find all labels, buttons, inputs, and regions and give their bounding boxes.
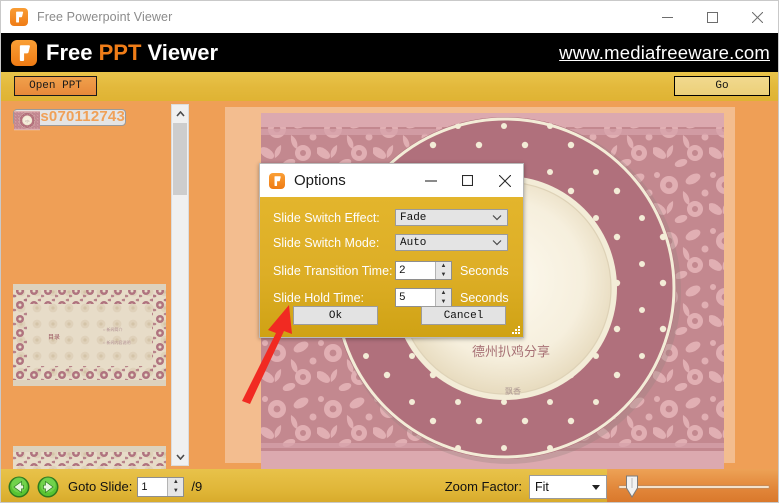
brand-title: Free PPT Viewer (46, 42, 218, 64)
zoom-factor-select[interactable]: Fit (529, 475, 607, 499)
field-slide-transition-time: Slide Transition Time: 2 ▲ ▼ Seconds (273, 261, 509, 280)
svg-text:德州扒鸡分享: 德州扒鸡分享 (472, 344, 550, 359)
application-window: Free Powerpoint Viewer Free PPT Viewer w… (0, 0, 779, 503)
slide-thumbnail-pane[interactable]: 2010年1月 德州扒鸡分享 飘香 s070112743 (1, 101, 196, 469)
unit-label: Seconds (460, 264, 509, 278)
ok-button[interactable]: Ok (293, 306, 378, 325)
field-label: Slide Transition Time: (273, 264, 395, 278)
thumbnail-preview: 2010年1月 德州扒鸡分享 飘香 (14, 101, 40, 173)
ppt-app-icon (10, 8, 28, 26)
dialog-body: Slide Switch Effect: Fade Slide Switch M… (260, 197, 523, 337)
stepper-down-icon[interactable]: ▼ (168, 487, 183, 496)
resize-grip-icon[interactable] (511, 325, 521, 335)
stepper-down-icon[interactable]: ▼ (436, 298, 451, 307)
list-item[interactable] (13, 446, 166, 469)
stepper-arrows[interactable]: ▲ ▼ (435, 289, 451, 306)
brand-text-ppt: PPT (99, 40, 142, 65)
thumbnail-preview (13, 446, 166, 469)
list-item[interactable]: 目录 ○ 新闻简介 ○ 新闻内容说明 (13, 284, 166, 391)
stepper-arrows[interactable]: ▲ ▼ (167, 478, 183, 496)
cancel-button[interactable]: Cancel (421, 306, 506, 325)
dialog-title: Options (294, 172, 346, 189)
dialog-window-controls (412, 164, 523, 197)
list-item[interactable]: 2010年1月 德州扒鸡分享 飘香 s070112743 (13, 109, 126, 126)
svg-text:○ 新闻内容说明: ○ 新闻内容说明 (103, 339, 131, 345)
open-ppt-button[interactable]: Open PPT (14, 76, 97, 96)
field-label: Slide Switch Effect: (273, 211, 395, 225)
website-link[interactable]: www.mediafreeware.com (559, 42, 770, 64)
brand-text-free: Free (46, 40, 99, 65)
chevron-up-icon[interactable] (172, 105, 188, 122)
caret-down-icon (592, 485, 600, 490)
total-slides-label: /9 (191, 479, 202, 494)
window-title: Free Powerpoint Viewer (37, 10, 172, 24)
field-label: Slide Hold Time: (273, 291, 395, 305)
arrow-left-circle-icon[interactable] (8, 476, 30, 498)
svg-text:目录: 目录 (48, 333, 60, 341)
goto-slide-stepper[interactable]: 1 ▲ ▼ (137, 477, 184, 497)
thumbnail-scrollbar[interactable] (171, 104, 189, 466)
select-value: Fit (535, 480, 549, 494)
stepper-down-icon[interactable]: ▼ (436, 271, 451, 280)
ppt-app-icon (269, 173, 285, 189)
scrollbar-thumb[interactable] (173, 123, 187, 195)
thumbnail-preview: 目录 ○ 新闻简介 ○ 新闻内容说明 (13, 284, 166, 386)
slide-hold-time-stepper[interactable]: 5 ▲ ▼ (395, 288, 452, 307)
select-value: Auto (400, 237, 426, 249)
maximize-icon[interactable] (690, 1, 735, 33)
ppt-brand-icon (11, 40, 37, 66)
slide-transition-time-stepper[interactable]: 2 ▲ ▼ (395, 261, 452, 280)
stepper-up-icon[interactable]: ▲ (168, 478, 183, 487)
maximize-icon[interactable] (449, 164, 486, 197)
options-dialog[interactable]: Options Slide Switch Effect: Fade (259, 163, 524, 338)
stepper-up-icon[interactable]: ▲ (436, 289, 451, 298)
arrow-right-circle-icon[interactable] (37, 476, 59, 498)
field-slide-switch-effect: Slide Switch Effect: Fade (273, 209, 508, 226)
zoom-slider[interactable] (607, 469, 779, 503)
svg-text:飘香: 飘香 (505, 386, 521, 396)
slider-track[interactable] (618, 485, 770, 489)
field-slide-hold-time: Slide Hold Time: 5 ▲ ▼ Seconds (273, 288, 509, 307)
slide-switch-mode-select[interactable]: Auto (395, 234, 508, 251)
stepper-value[interactable]: 2 (396, 262, 435, 279)
current-slide-value[interactable]: 1 (138, 478, 167, 496)
zoom-factor-label: Zoom Factor: (445, 479, 522, 494)
dialog-titlebar: Options (260, 164, 523, 197)
svg-text:○ 新闻简介: ○ 新闻简介 (103, 326, 123, 332)
field-label: Slide Switch Mode: (273, 236, 395, 250)
minimize-icon[interactable] (645, 1, 690, 33)
go-button[interactable]: Go (674, 76, 770, 96)
chevron-down-icon[interactable] (172, 448, 188, 465)
select-value: Fade (400, 212, 426, 224)
brand-bar: Free PPT Viewer www.mediafreeware.com (1, 33, 779, 72)
status-bar: Goto Slide: 1 ▲ ▼ /9 Zoom Factor: Fit (1, 469, 779, 503)
slider-handle[interactable] (625, 475, 639, 498)
chevron-down-icon (492, 238, 502, 250)
window-controls (645, 1, 779, 33)
stepper-up-icon[interactable]: ▲ (436, 262, 451, 271)
brand-text-viewer: Viewer (141, 40, 218, 65)
thumbnail-caption: s070112743 (40, 104, 125, 132)
stepper-value[interactable]: 5 (396, 289, 435, 306)
window-titlebar: Free Powerpoint Viewer (1, 1, 779, 33)
slide-switch-effect-select[interactable]: Fade (395, 209, 508, 226)
close-icon[interactable] (486, 164, 523, 197)
main-toolbar: Open PPT Go (1, 72, 779, 101)
stepper-arrows[interactable]: ▲ ▼ (435, 262, 451, 279)
close-icon[interactable] (735, 1, 779, 33)
unit-label: Seconds (460, 291, 509, 305)
minimize-icon[interactable] (412, 164, 449, 197)
goto-slide-label: Goto Slide: (68, 479, 132, 494)
chevron-down-icon (492, 213, 502, 225)
field-slide-switch-mode: Slide Switch Mode: Auto (273, 234, 508, 251)
